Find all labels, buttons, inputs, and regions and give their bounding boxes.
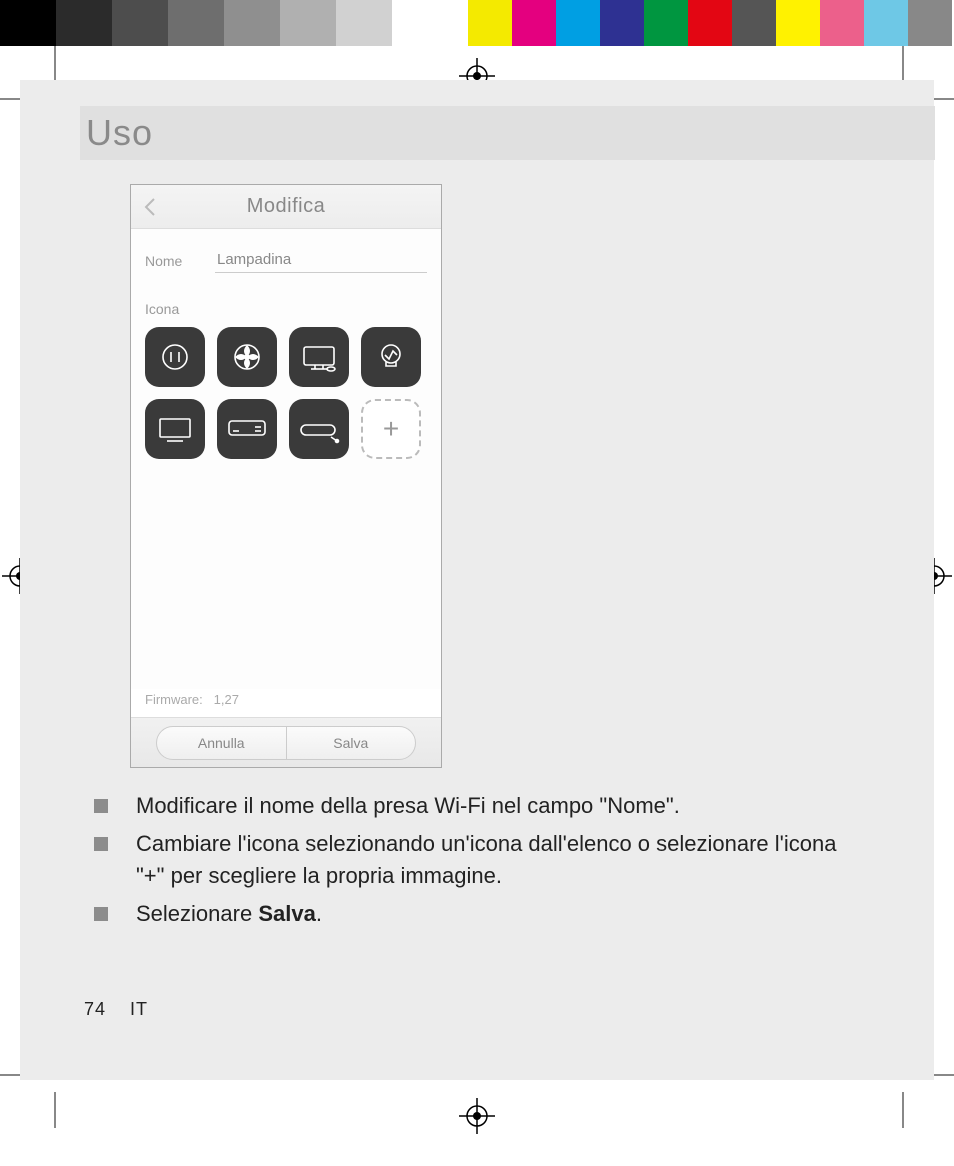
instruction-list: Modificare il nome della presa Wi-Fi nel… [90, 790, 860, 936]
list-item: Cambiare l'icona selezionando un'icona d… [90, 828, 860, 892]
bulb-icon[interactable] [361, 327, 421, 387]
footer-button-group: Annulla Salva [156, 726, 416, 760]
tv-icon[interactable] [145, 399, 205, 459]
list-item: Selezionare Salva. [90, 898, 860, 930]
list-item-text: Cambiare l'icona selezionando un'icona d… [136, 828, 860, 892]
page-lang: IT [130, 999, 148, 1019]
cancel-button[interactable]: Annulla [157, 727, 287, 759]
crop-mark [54, 46, 56, 82]
firmware-label: Firmware: 1,27 [145, 692, 239, 707]
page-body: Uso Modifica Nome Icona [20, 80, 934, 1080]
outlet-icon[interactable] [145, 327, 205, 387]
list-item-suffix: . [316, 901, 322, 926]
print-color-bar [0, 0, 954, 46]
bullet-icon [94, 837, 108, 851]
registration-mark-bottom [459, 1098, 495, 1134]
list-item: Modificare il nome della presa Wi-Fi nel… [90, 790, 860, 822]
list-item-text: Selezionare Salva. [136, 898, 322, 930]
soundbar-icon[interactable] [289, 399, 349, 459]
save-button[interactable]: Salva [287, 727, 416, 759]
back-icon[interactable] [139, 195, 163, 219]
icon-section-label: Icona [145, 301, 427, 317]
name-field-row: Nome [145, 247, 427, 273]
phone-footer: Annulla Salva [131, 717, 441, 767]
bullet-icon [94, 799, 108, 813]
section-heading-bar: Uso [80, 106, 935, 160]
icon-grid: + [145, 327, 427, 459]
phone-screen-title: Modifica [247, 195, 325, 218]
desktop-icon[interactable] [289, 327, 349, 387]
section-heading: Uso [86, 112, 153, 154]
list-item-bold: Salva [258, 901, 316, 926]
plus-icon: + [383, 413, 399, 445]
page-number: 74 [84, 999, 106, 1019]
fan-icon[interactable] [217, 327, 277, 387]
bullet-icon [94, 907, 108, 921]
crop-mark [902, 1092, 904, 1128]
phone-header: Modifica [131, 185, 441, 229]
add-icon-button[interactable]: + [361, 399, 421, 459]
crop-mark [54, 1092, 56, 1128]
name-label: Nome [145, 253, 201, 273]
crop-mark [902, 46, 904, 82]
firmware-value: 1,27 [214, 692, 239, 707]
page-footer: 74 IT [84, 999, 148, 1020]
list-item-text: Modificare il nome della presa Wi-Fi nel… [136, 790, 680, 822]
firmware-key: Firmware: [145, 692, 203, 707]
name-input[interactable] [215, 247, 427, 273]
list-item-prefix: Selezionare [136, 901, 258, 926]
phone-screenshot: Modifica Nome Icona [130, 184, 442, 768]
ac-icon[interactable] [217, 399, 277, 459]
